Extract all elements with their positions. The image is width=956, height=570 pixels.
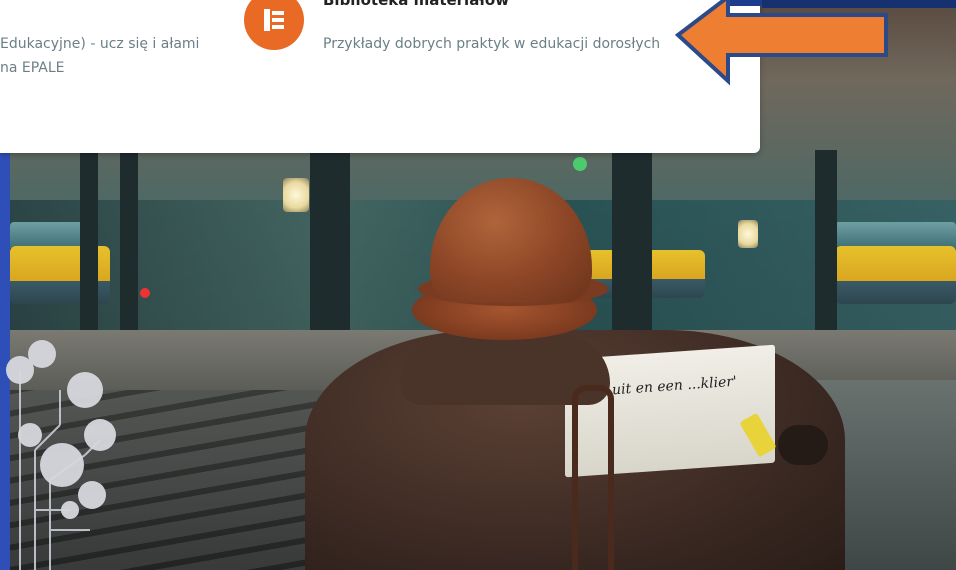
train-roof [835, 222, 956, 248]
library-menu-description[interactable]: Przykłady dobrych praktyk w edukacji dor… [323, 32, 663, 56]
platform-pillar [815, 150, 837, 360]
circuit-tree-decoration [6, 340, 116, 570]
signal-light [573, 157, 587, 171]
platform-pillar [310, 150, 350, 360]
annotation-arrow [674, 0, 888, 86]
bag-strap [572, 385, 614, 570]
train-roof [10, 222, 90, 248]
station-lamp [283, 178, 309, 212]
library-menu-title[interactable]: Biblioteka materiałów [323, 0, 509, 9]
library-book-icon-glyph [264, 9, 284, 31]
signal-light [140, 288, 150, 298]
library-book-icon[interactable] [244, 0, 304, 50]
train-right [835, 246, 956, 304]
platform-pillar [120, 150, 138, 360]
menu-item-description[interactable]: Edukacyjne) - ucz się i ałami na EPALE [0, 32, 210, 80]
platform-pillar [612, 150, 652, 360]
station-lamp [738, 220, 758, 248]
platform-pillar [80, 150, 98, 360]
mega-menu-panel: Edukacyjne) - ucz się i ałami na EPALE B… [0, 0, 760, 153]
glove [778, 425, 828, 465]
